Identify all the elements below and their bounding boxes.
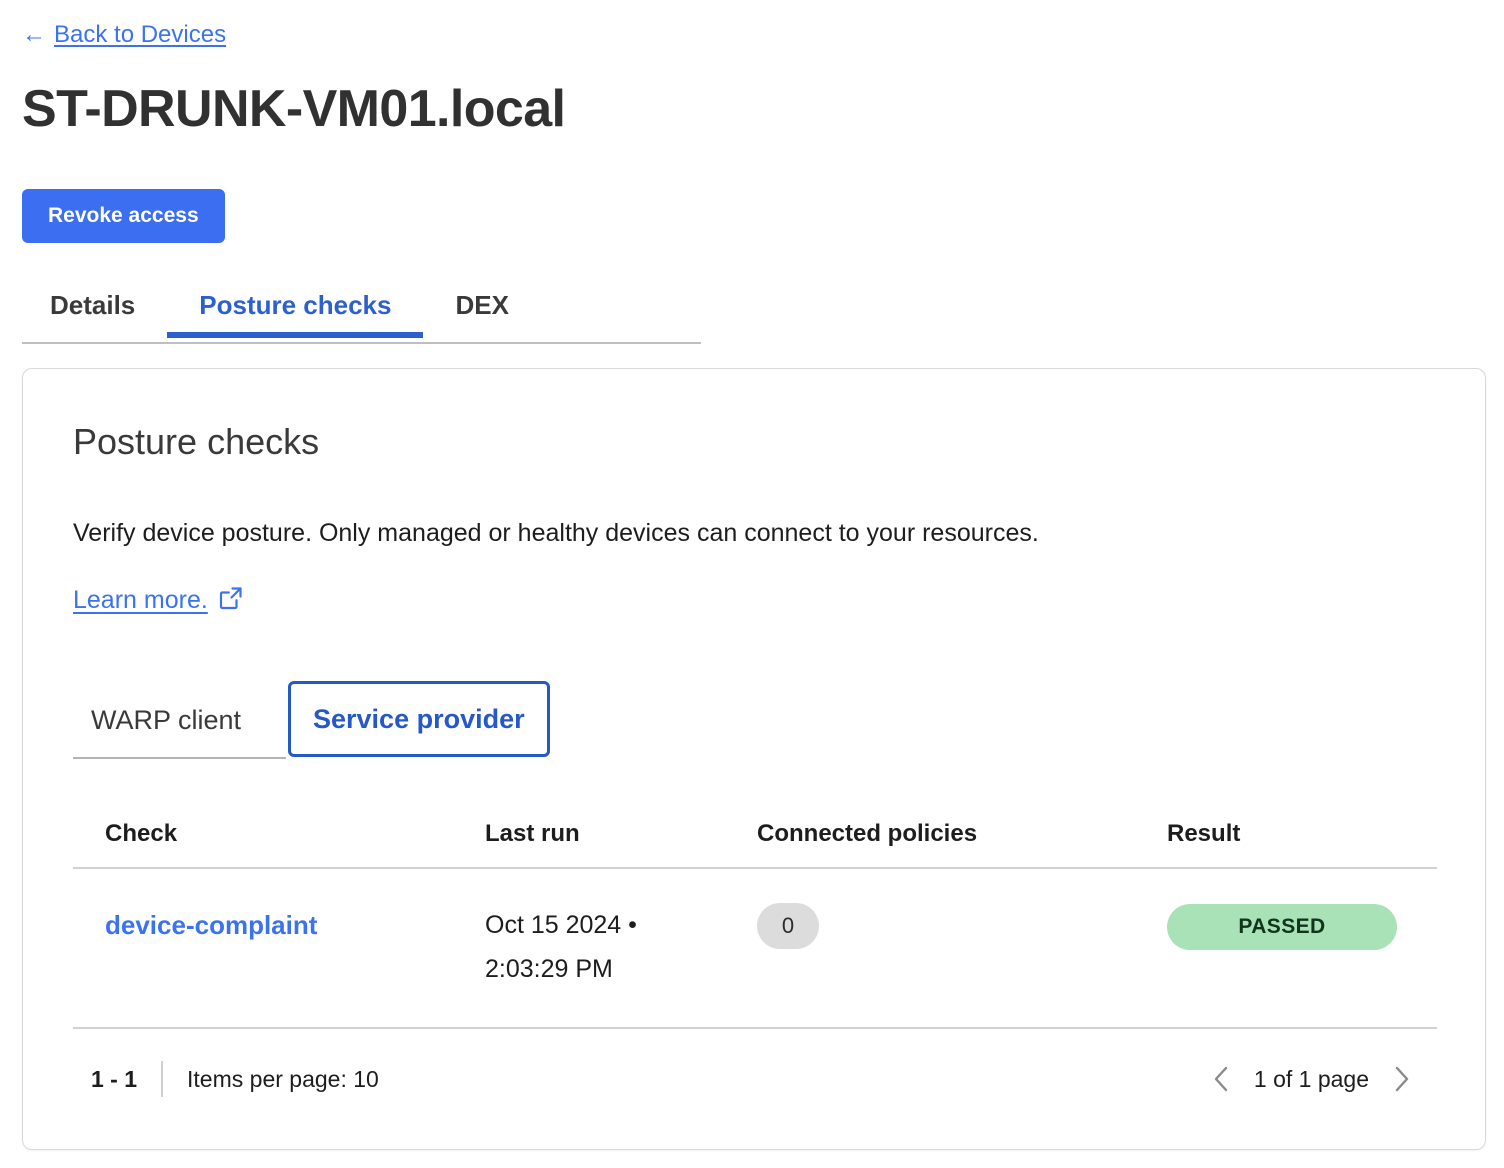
table-footer: 1 - 1 Items per page: 10 1 of 1 page xyxy=(73,1029,1437,1103)
revoke-access-button[interactable]: Revoke access xyxy=(22,189,225,243)
subtab-service-provider[interactable]: Service provider xyxy=(288,681,550,757)
column-header-last-run: Last run xyxy=(485,820,580,847)
page-title: ST-DRUNK-VM01.local xyxy=(22,80,566,138)
cell-last-run: Oct 15 2024 • 2:03:29 PM xyxy=(485,903,757,991)
column-header-check: Check xyxy=(105,820,178,847)
external-link-icon[interactable] xyxy=(218,585,244,616)
table-row: device-complaint Oct 15 2024 • 2:03:29 P… xyxy=(73,869,1437,1029)
back-to-devices-label: Back to Devices xyxy=(54,21,227,48)
posture-checks-table: Check Last run Connected policies Result… xyxy=(73,819,1437,1103)
subtab-warp-client[interactable]: WARP client xyxy=(91,703,241,737)
tab-details[interactable]: Details xyxy=(22,288,167,336)
posture-source-tabs: WARP client Service provider xyxy=(73,681,623,759)
chevron-left-icon[interactable] xyxy=(1210,1063,1232,1095)
posture-checks-card: Posture checks Verify device posture. On… xyxy=(22,368,1486,1150)
last-run-date: Oct 15 2024 • xyxy=(485,911,637,939)
cell-check: device-complaint xyxy=(73,903,485,948)
back-to-devices-link[interactable]: ← Back to Devices xyxy=(22,20,226,50)
card-title: Posture checks xyxy=(73,421,320,462)
learn-more-link[interactable]: Learn more. xyxy=(73,584,208,616)
footer-divider xyxy=(161,1061,164,1097)
device-tabs: Details Posture checks DEX xyxy=(22,288,701,344)
cell-connected-policies: 0 xyxy=(757,903,1167,949)
items-per-page-label[interactable]: Items per page: 10 xyxy=(187,1066,379,1093)
connected-policies-count: 0 xyxy=(757,903,819,949)
footer-range: 1 - 1 xyxy=(91,1065,138,1092)
device-posture-checks-page: ← Back to Devices ST-DRUNK-VM01.local Re… xyxy=(0,0,1504,1168)
card-description: Verify device posture. Only managed or h… xyxy=(73,519,1039,547)
status-badge: PASSED xyxy=(1167,904,1397,950)
pagination: 1 of 1 page xyxy=(1210,1063,1437,1095)
tab-posture-checks[interactable]: Posture checks xyxy=(167,288,424,338)
cell-result: PASSED xyxy=(1167,903,1435,950)
column-header-connected-policies: Connected policies xyxy=(757,820,978,847)
check-name-link[interactable]: device-complaint xyxy=(105,910,317,940)
chevron-right-icon[interactable] xyxy=(1391,1063,1413,1095)
table-header-row: Check Last run Connected policies Result xyxy=(73,819,1437,869)
back-arrow-icon: ← xyxy=(22,21,46,48)
column-header-result: Result xyxy=(1167,820,1241,847)
subtab-underline xyxy=(73,757,286,759)
tab-dex[interactable]: DEX xyxy=(423,288,540,336)
page-indicator: 1 of 1 page xyxy=(1253,1065,1369,1092)
last-run-time: 2:03:29 PM xyxy=(485,955,613,983)
learn-more-wrapper: Learn more. xyxy=(73,584,244,616)
